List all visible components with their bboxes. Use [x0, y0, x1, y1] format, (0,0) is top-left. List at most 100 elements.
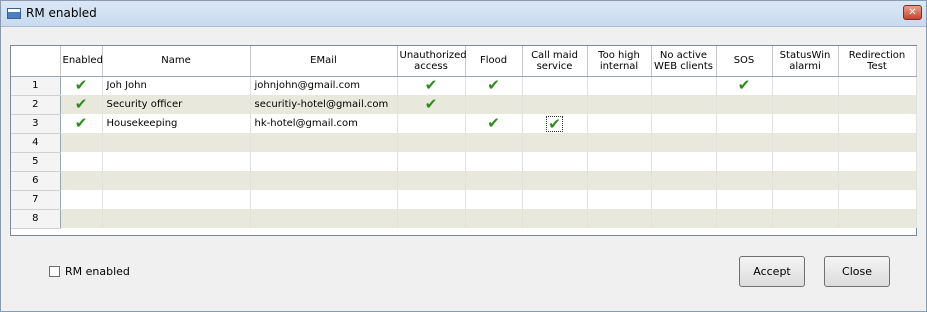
no-web-cell[interactable]: [651, 209, 717, 228]
header-redirection-test[interactable]: Redirection Test: [838, 46, 917, 77]
flood-cell[interactable]: ✔: [465, 114, 523, 133]
unauthorized-cell[interactable]: ✔: [397, 76, 466, 95]
row-number[interactable]: 1: [11, 76, 61, 96]
redirection-cell[interactable]: [838, 190, 917, 209]
enabled-cell[interactable]: ✔: [60, 95, 103, 114]
name-cell[interactable]: [102, 190, 251, 209]
call-maid-cell[interactable]: [522, 209, 588, 228]
accept-button[interactable]: Accept: [739, 256, 805, 287]
table-row[interactable]: 1 ✔ Joh John johnjohn@gmail.com ✔ ✔ ✔: [11, 76, 917, 96]
sos-cell[interactable]: [716, 133, 773, 152]
row-number[interactable]: 5: [11, 152, 61, 172]
name-cell[interactable]: Housekeeping: [102, 114, 251, 133]
sos-cell[interactable]: [716, 95, 773, 114]
redirection-cell[interactable]: [838, 76, 917, 95]
no-web-cell[interactable]: [651, 114, 717, 133]
header-sos[interactable]: SOS: [716, 46, 773, 77]
redirection-cell[interactable]: [838, 209, 917, 228]
flood-cell[interactable]: [465, 152, 523, 171]
header-name[interactable]: Name: [102, 46, 251, 77]
call-maid-cell[interactable]: [522, 171, 588, 190]
table-row[interactable]: 3 ✔ Housekeeping hk-hotel@gmail.com ✔ ✔: [11, 114, 917, 134]
statuswin-cell[interactable]: [772, 209, 839, 228]
sos-cell[interactable]: [716, 190, 773, 209]
email-cell[interactable]: [250, 209, 398, 228]
email-cell[interactable]: johnjohn@gmail.com: [250, 76, 398, 95]
too-high-cell[interactable]: [587, 152, 652, 171]
statuswin-cell[interactable]: [772, 114, 839, 133]
flood-cell[interactable]: [465, 171, 523, 190]
statuswin-cell[interactable]: [772, 133, 839, 152]
row-number[interactable]: 7: [11, 190, 61, 210]
row-number[interactable]: 8: [11, 209, 61, 229]
email-cell[interactable]: [250, 133, 398, 152]
statuswin-cell[interactable]: [772, 95, 839, 114]
call-maid-cell[interactable]: [522, 76, 588, 95]
table-row[interactable]: 7: [11, 190, 917, 210]
statuswin-cell[interactable]: [772, 152, 839, 171]
email-cell[interactable]: securitiy-hotel@gmail.com: [250, 95, 398, 114]
sos-cell[interactable]: [716, 152, 773, 171]
row-number[interactable]: 3: [11, 114, 61, 134]
header-flood[interactable]: Flood: [465, 46, 523, 77]
too-high-cell[interactable]: [587, 76, 652, 95]
close-button[interactable]: Close: [824, 256, 890, 287]
enabled-cell[interactable]: ✔: [60, 76, 103, 95]
too-high-cell[interactable]: [587, 171, 652, 190]
unauthorized-cell[interactable]: [397, 209, 466, 228]
too-high-cell[interactable]: [587, 114, 652, 133]
too-high-cell[interactable]: [587, 209, 652, 228]
sos-cell[interactable]: [716, 209, 773, 228]
enabled-cell[interactable]: [60, 133, 103, 152]
table-row[interactable]: 4: [11, 133, 917, 153]
too-high-cell[interactable]: [587, 133, 652, 152]
table-row[interactable]: 8: [11, 209, 917, 229]
enabled-cell[interactable]: [60, 209, 103, 228]
call-maid-cell[interactable]: [522, 133, 588, 152]
table-row[interactable]: 5: [11, 152, 917, 172]
enabled-cell[interactable]: [60, 152, 103, 171]
row-number[interactable]: 6: [11, 171, 61, 191]
header-call-maid-service[interactable]: Call maid service: [522, 46, 588, 77]
statuswin-cell[interactable]: [772, 171, 839, 190]
name-cell[interactable]: Joh John: [102, 76, 251, 95]
unauthorized-cell[interactable]: [397, 171, 466, 190]
header-statuswin-alarmi[interactable]: StatusWin alarmi: [772, 46, 839, 77]
header-too-high-internal[interactable]: Too high internal: [587, 46, 652, 77]
call-maid-cell[interactable]: [522, 190, 588, 209]
sos-cell[interactable]: ✔: [716, 76, 773, 95]
no-web-cell[interactable]: [651, 95, 717, 114]
flood-cell[interactable]: [465, 133, 523, 152]
redirection-cell[interactable]: [838, 171, 917, 190]
flood-cell[interactable]: ✔: [465, 76, 523, 95]
flood-cell[interactable]: [465, 95, 523, 114]
name-cell[interactable]: [102, 209, 251, 228]
no-web-cell[interactable]: [651, 76, 717, 95]
redirection-cell[interactable]: [838, 133, 917, 152]
redirection-cell[interactable]: [838, 95, 917, 114]
too-high-cell[interactable]: [587, 95, 652, 114]
call-maid-cell[interactable]: [522, 152, 588, 171]
no-web-cell[interactable]: [651, 152, 717, 171]
email-cell[interactable]: [250, 171, 398, 190]
statuswin-cell[interactable]: [772, 190, 839, 209]
flood-cell[interactable]: [465, 190, 523, 209]
window-close-button[interactable]: ✕: [903, 5, 922, 20]
name-cell[interactable]: [102, 133, 251, 152]
unauthorized-cell[interactable]: [397, 114, 466, 133]
no-web-cell[interactable]: [651, 171, 717, 190]
header-no-active-web-clients[interactable]: No active WEB clients: [651, 46, 717, 77]
no-web-cell[interactable]: [651, 190, 717, 209]
row-number[interactable]: 4: [11, 133, 61, 153]
sos-cell[interactable]: [716, 171, 773, 190]
enabled-cell[interactable]: [60, 190, 103, 209]
email-cell[interactable]: hk-hotel@gmail.com: [250, 114, 398, 133]
too-high-cell[interactable]: [587, 190, 652, 209]
no-web-cell[interactable]: [651, 133, 717, 152]
redirection-cell[interactable]: [838, 114, 917, 133]
header-email[interactable]: EMail: [250, 46, 398, 77]
call-maid-cell[interactable]: ✔: [522, 114, 588, 133]
enabled-cell[interactable]: ✔: [60, 114, 103, 133]
statuswin-cell[interactable]: [772, 76, 839, 95]
name-cell[interactable]: [102, 152, 251, 171]
